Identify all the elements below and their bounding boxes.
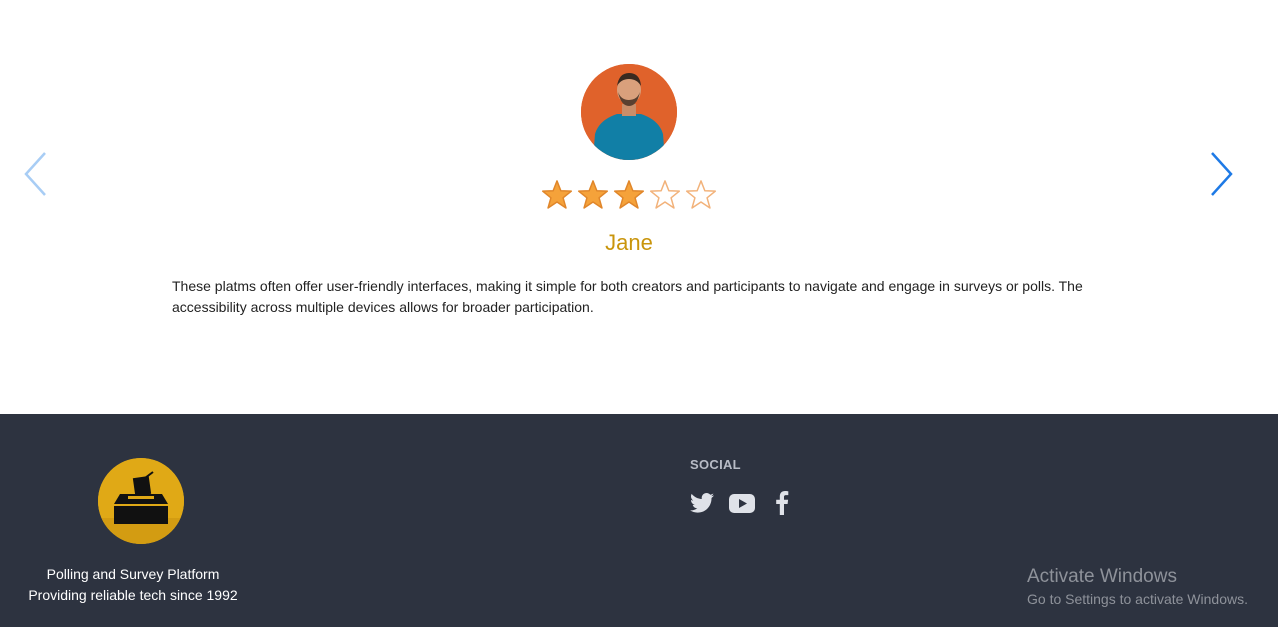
ballot-box-logo [98, 458, 184, 544]
star-rating [539, 177, 719, 213]
testimonial-text: These platms often offer user-friendly i… [172, 278, 1083, 315]
facebook-link[interactable] [769, 490, 795, 516]
star-filled-icon [575, 177, 611, 213]
social-links [689, 490, 795, 516]
activate-windows-subtitle: Go to Settings to activate Windows. [1027, 591, 1248, 607]
social-heading: SOCIAL [690, 457, 741, 472]
carousel-next-button[interactable] [1206, 150, 1236, 198]
twitter-icon [690, 493, 714, 513]
tagline-line-2: Providing reliable tech since 1992 [28, 587, 238, 603]
chevron-left-icon [24, 152, 46, 196]
activate-windows-title: Activate Windows [1027, 566, 1177, 587]
reviewer-avatar [581, 64, 677, 160]
footer: Polling and Survey Platform Providing re… [0, 414, 1278, 627]
footer-tagline: Polling and Survey Platform Providing re… [18, 564, 248, 606]
star-filled-icon [539, 177, 575, 213]
twitter-link[interactable] [689, 490, 715, 516]
star-empty-icon [683, 177, 719, 213]
testimonial-section: Jane These platms often offer user-frien… [0, 0, 1278, 414]
youtube-link[interactable] [729, 490, 755, 516]
youtube-icon [729, 493, 755, 513]
tagline-line-1: Polling and Survey Platform [46, 566, 220, 582]
star-empty-icon [647, 177, 683, 213]
chevron-right-icon [1211, 152, 1233, 196]
reviewer-name: Jane [605, 230, 653, 255]
facebook-icon [776, 491, 789, 515]
star-filled-icon [611, 177, 647, 213]
carousel-prev-button[interactable] [21, 150, 51, 198]
